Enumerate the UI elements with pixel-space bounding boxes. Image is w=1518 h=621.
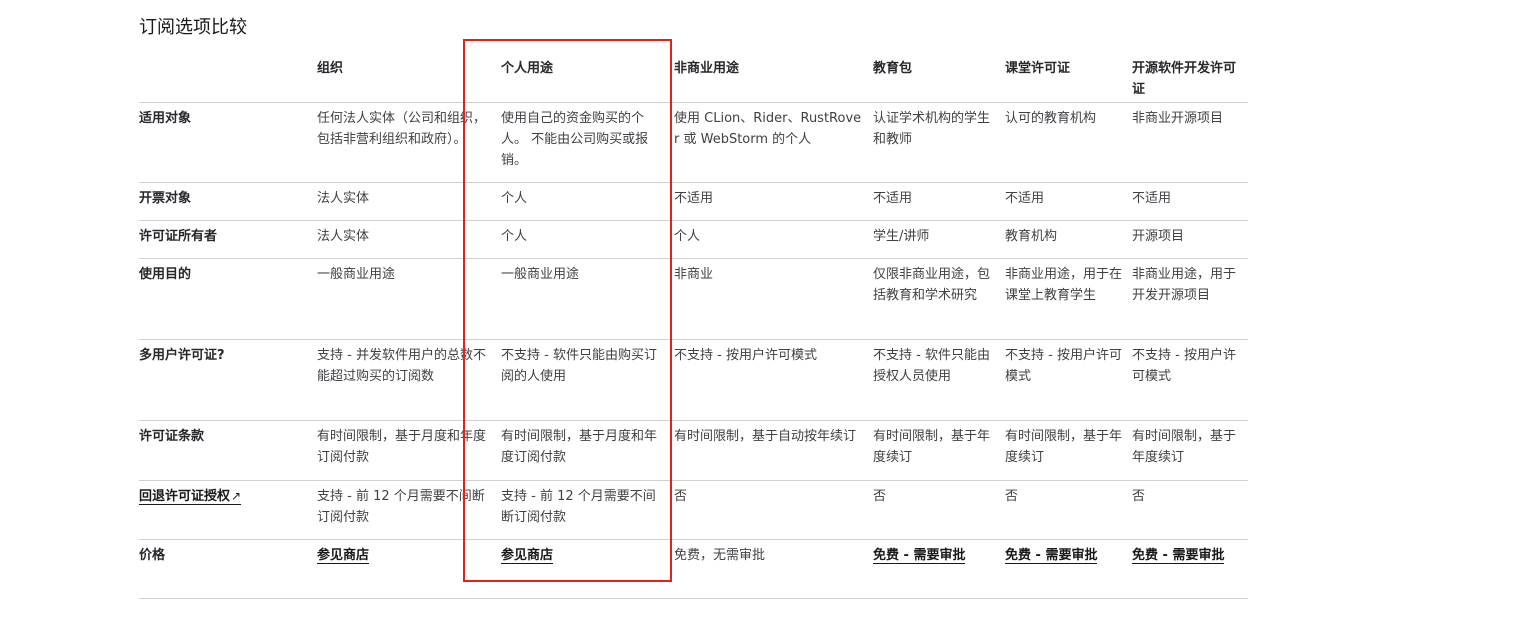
table-cell: 不适用 [873, 191, 913, 206]
table-cell: 不支持 - 软件只能由授权人员使用 [873, 348, 990, 384]
table-cell: 支持 - 前 12 个月需要不间断订阅付款 [317, 489, 485, 525]
table-cell: 使用 CLion、Rider、RustRover 或 WebStorm 的个人 [674, 111, 862, 147]
table-cell: 任何法人实体（公司和组织，包括非营利组织和政府）。 [317, 111, 487, 147]
table-row: 许可证所有者 法人实体 个人 个人 学生/讲师 教育机构 开源项目 [139, 221, 1248, 259]
table-cell: 否 [1132, 489, 1146, 504]
comparison-table: 组织 个人用途 非商业用途 教育包 课堂许可证 开源软件开发许可证 适用对象 任… [139, 53, 1248, 599]
table-cell: 否 [873, 489, 887, 504]
table-cell: 有时间限制，基于年度续订 [1132, 429, 1237, 465]
table-cell: 法人实体 [317, 191, 370, 206]
table-row: 回退许可证授权↗ 支持 - 前 12 个月需要不间断订阅付款 支持 - 前 12… [139, 481, 1248, 540]
table-cell: 不支持 - 按用户许可模式 [674, 348, 817, 363]
header-noncommercial: 非商业用途 [674, 53, 873, 103]
table-cell: 开源项目 [1132, 229, 1185, 244]
table-row: 许可证条款 有时间限制，基于月度和年度订阅付款 有时间限制，基于月度和年度订阅付… [139, 421, 1248, 481]
table-cell: 一般商业用途 [317, 267, 396, 282]
row-label: 许可证所有者 [139, 229, 218, 244]
table-row: 使用目的 一般商业用途 一般商业用途 非商业 仅限非商业用途，包括教育和学术研究… [139, 259, 1248, 340]
page: 订阅选项比较 组织 个人用途 非商业用途 教育包 课堂许可证 开源软件开发许可证… [0, 0, 1518, 621]
table-cell: 认证学术机构的学生和教师 [873, 111, 991, 147]
table-cell: 不支持 - 按用户许可模式 [1132, 348, 1236, 384]
table-cell: 支持 - 并发软件用户的总数不能超过购买的订阅数 [317, 348, 486, 384]
table-cell: 一般商业用途 [501, 267, 580, 282]
see-store-link-organization[interactable]: 参见商店 [317, 548, 370, 564]
table-cell: 使用自己的资金购买的个人。 不能由公司购买或报销。 [501, 111, 649, 168]
fallback-license-link[interactable]: 回退许可证授权↗ [139, 489, 242, 505]
header-corner [139, 53, 317, 103]
table-row: 适用对象 任何法人实体（公司和组织，包括非营利组织和政府）。 使用自己的资金购买… [139, 103, 1248, 183]
table-cell: 有时间限制，基于自动按年续订 [674, 429, 857, 444]
table-cell: 法人实体 [317, 229, 370, 244]
table-cell: 否 [674, 489, 688, 504]
table-cell: 不适用 [674, 191, 714, 206]
table-row: 价格 参见商店 参见商店 免费，无需审批 免费 - 需要审批 免费 - 需要审批… [139, 540, 1248, 599]
header-classroom: 课堂许可证 [1005, 53, 1132, 103]
header-organization: 组织 [317, 53, 501, 103]
header-personal: 个人用途 [501, 53, 674, 103]
table-cell: 免费 - 需要审批 [1005, 540, 1132, 599]
fallback-license-label: 回退许可证授权 [139, 489, 231, 504]
row-label: 使用目的 [139, 267, 192, 282]
row-label: 价格 [139, 548, 166, 563]
free-approval-link-opensource[interactable]: 免费 - 需要审批 [1132, 548, 1225, 564]
row-label: 适用对象 [139, 111, 192, 126]
table-row: 开票对象 法人实体 个人 不适用 不适用 不适用 不适用 [139, 183, 1248, 221]
header-opensource: 开源软件开发许可证 [1132, 53, 1248, 103]
table-cell: 认可的教育机构 [1005, 111, 1097, 126]
table-cell: 学生/讲师 [873, 229, 930, 244]
page-title: 订阅选项比较 [139, 17, 247, 38]
header-row: 组织 个人用途 非商业用途 教育包 课堂许可证 开源软件开发许可证 [139, 53, 1248, 103]
table-cell: 免费，无需审批 [674, 548, 766, 563]
external-link-icon: ↗ [231, 489, 242, 503]
table-cell: 教育机构 [1005, 229, 1058, 244]
table-cell: 参见商店 [317, 540, 501, 599]
table-cell: 参见商店 [501, 540, 674, 599]
table-cell: 仅限非商业用途，包括教育和学术研究 [873, 267, 991, 303]
table-cell: 非商业 [674, 267, 714, 282]
table-cell: 有时间限制，基于月度和年度订阅付款 [317, 429, 487, 465]
table-cell: 非商业用途，用于开发开源项目 [1132, 267, 1237, 303]
table-cell: 有时间限制，基于年度续订 [873, 429, 991, 465]
free-approval-link-classroom[interactable]: 免费 - 需要审批 [1005, 548, 1098, 564]
table-cell: 不支持 - 软件只能由购买订阅的人使用 [501, 348, 657, 384]
row-label: 开票对象 [139, 191, 192, 206]
table-cell: 不支持 - 按用户许可模式 [1005, 348, 1122, 384]
table-cell: 非商业用途，用于在课堂上教育学生 [1005, 267, 1123, 303]
table-row: 多用户许可证? 支持 - 并发软件用户的总数不能超过购买的订阅数 不支持 - 软… [139, 340, 1248, 421]
row-label: 多用户许可证? [139, 348, 225, 363]
row-label-cell: 回退许可证授权↗ [139, 481, 317, 540]
table-cell: 免费 - 需要审批 [873, 540, 1005, 599]
table-cell: 个人 [501, 191, 528, 206]
table-cell: 支持 - 前 12 个月需要不间断订阅付款 [501, 489, 656, 525]
table-cell: 有时间限制，基于月度和年度订阅付款 [501, 429, 658, 465]
table-cell: 不适用 [1132, 191, 1172, 206]
free-approval-link-education[interactable]: 免费 - 需要审批 [873, 548, 966, 564]
table-cell: 不适用 [1005, 191, 1045, 206]
row-label: 许可证条款 [139, 429, 205, 444]
table-cell: 免费 - 需要审批 [1132, 540, 1248, 599]
table-cell: 个人 [501, 229, 528, 244]
table-cell: 否 [1005, 489, 1019, 504]
table-cell: 个人 [674, 229, 701, 244]
see-store-link-personal[interactable]: 参见商店 [501, 548, 554, 564]
table-cell: 有时间限制，基于年度续订 [1005, 429, 1123, 465]
table-cell: 非商业开源项目 [1132, 111, 1224, 126]
header-education: 教育包 [873, 53, 1005, 103]
